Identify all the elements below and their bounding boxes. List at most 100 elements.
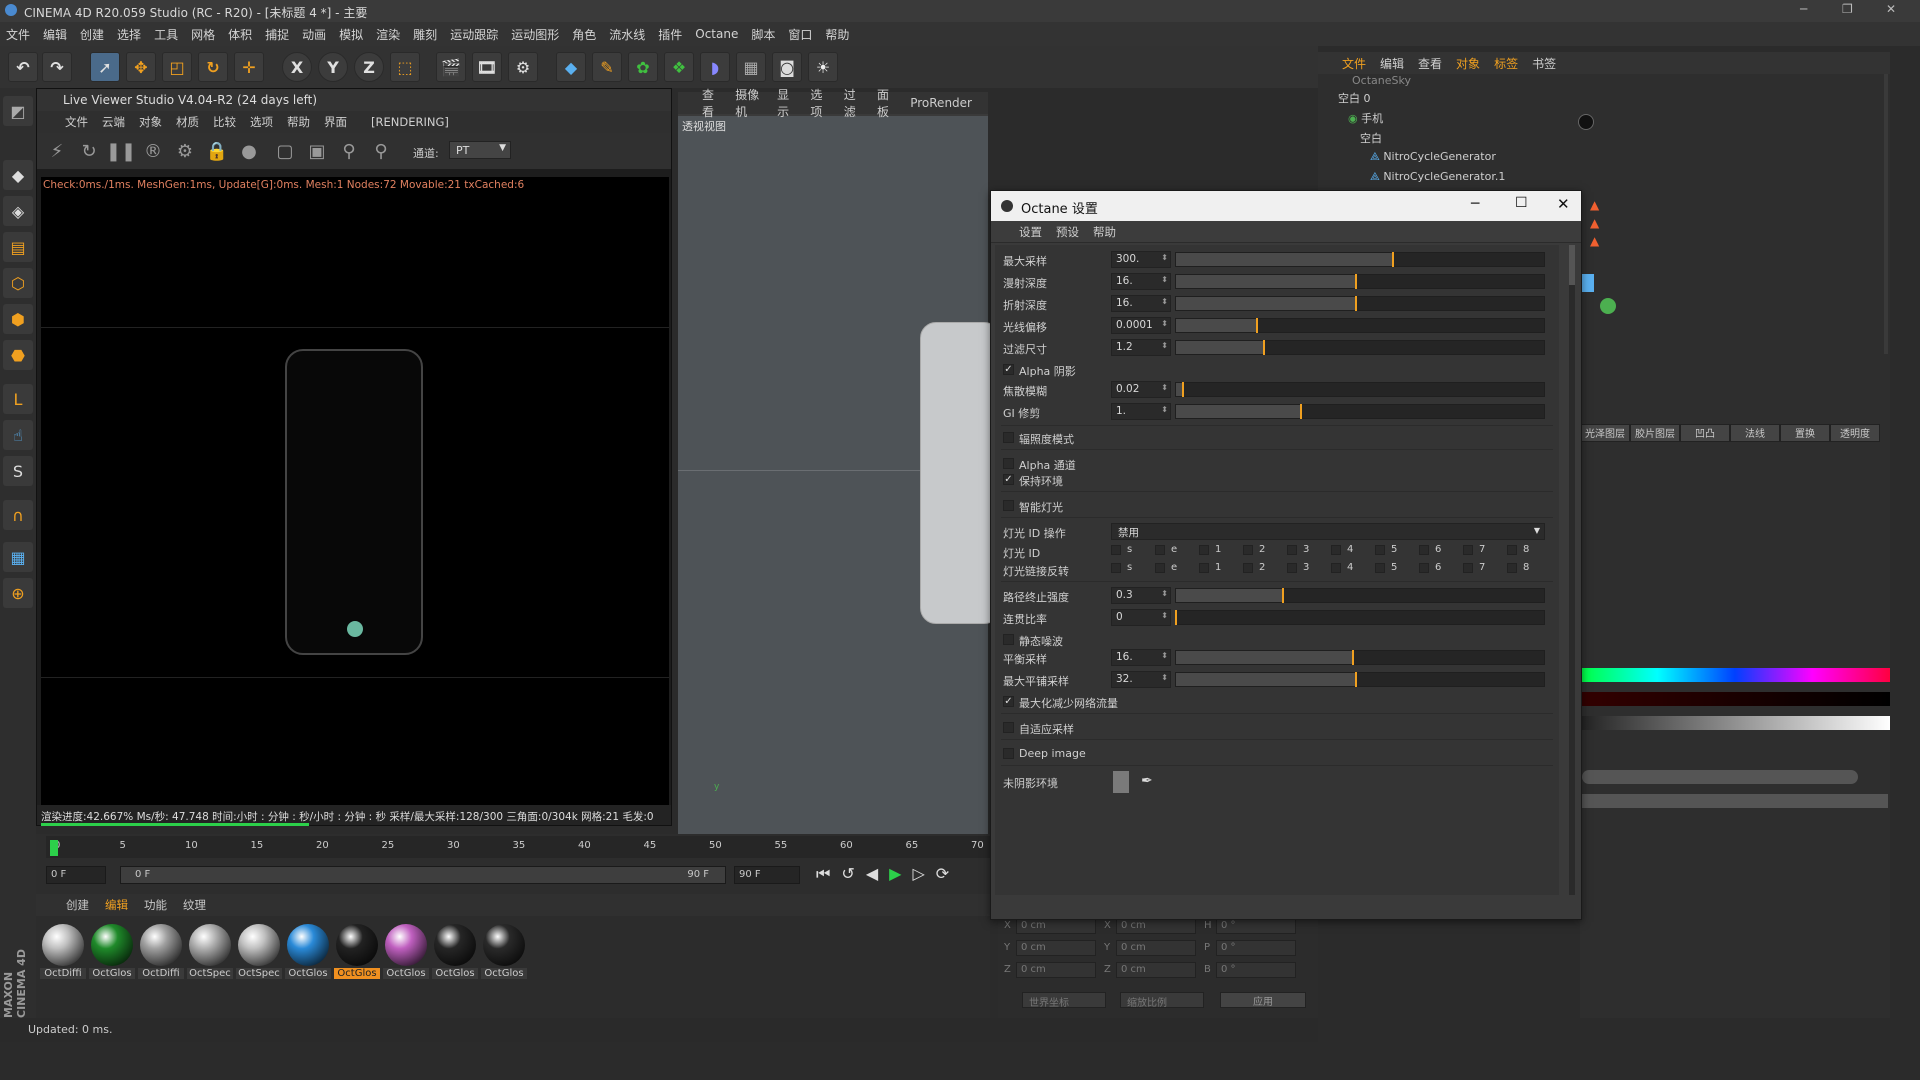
dialog-minimize-icon[interactable]: ─ <box>1471 196 1479 212</box>
coordinate-system-icon[interactable]: ⬚ <box>390 52 420 82</box>
pen-icon[interactable]: ✎ <box>592 52 622 82</box>
menu-mesh[interactable]: 网格 <box>191 26 215 43</box>
light-id-checkbox[interactable]: e <box>1155 544 1199 555</box>
menu-animate[interactable]: 动画 <box>302 26 326 43</box>
dlg-menu-settings[interactable]: 设置 <box>1019 224 1042 240</box>
max-samples-slider[interactable] <box>1175 252 1545 267</box>
coherent-ratio-input[interactable]: 0 ⬍ <box>1111 609 1171 626</box>
mat-tab-texture[interactable]: 纹理 <box>183 897 206 913</box>
workplane-icon[interactable]: ▤ <box>3 232 33 262</box>
keep-environment-checkbox[interactable]: ✓ <box>1003 474 1014 485</box>
deep-image-checkbox[interactable] <box>1003 748 1014 759</box>
points-mode-icon[interactable]: ⬡ <box>3 268 33 298</box>
light-id-checkbox[interactable]: e <box>1155 562 1199 573</box>
menu-pipeline[interactable]: 流水线 <box>609 26 645 43</box>
lv-menu-cloud[interactable]: 云端 <box>102 114 125 130</box>
menu-simulate[interactable]: 模拟 <box>339 26 363 43</box>
max-samples-input[interactable]: 300. ⬍ <box>1111 251 1171 268</box>
tweak-mode-icon[interactable]: ☝ <box>3 420 33 450</box>
filter-size-slider[interactable] <box>1175 340 1545 355</box>
lock-icon[interactable]: 🔒 <box>205 139 229 163</box>
light-id-checkbox[interactable]: 6 <box>1419 544 1463 555</box>
transform-tool-icon[interactable]: ✛ <box>234 52 264 82</box>
menu-window[interactable]: 窗口 <box>788 26 812 43</box>
menu-mograph[interactable]: 运动图形 <box>511 26 559 43</box>
light-id-checkbox[interactable]: 2 <box>1243 562 1287 573</box>
redo-icon[interactable]: ↷ <box>42 52 72 82</box>
attr-tab-sheen[interactable]: 光泽图层 <box>1580 424 1630 442</box>
subdivision-icon[interactable]: ✿ <box>628 52 658 82</box>
goto-start-icon[interactable]: ⏮ <box>816 864 841 883</box>
menu-render[interactable]: 渲染 <box>376 26 400 43</box>
caustic-blur-slider[interactable] <box>1175 382 1545 397</box>
attr-tab-bump[interactable]: 凹凸 <box>1680 424 1730 442</box>
vp-menu-prorender[interactable]: ProRender <box>910 96 972 110</box>
lock-workplane-icon[interactable]: ⊕ <box>3 578 33 608</box>
vp-menu-view[interactable]: 查看 <box>702 86 719 120</box>
range-slider[interactable]: 0 F 90 F <box>120 866 726 884</box>
light-id-checkbox[interactable]: s <box>1111 544 1155 555</box>
om-menu-objects[interactable]: 对象 <box>1456 55 1480 72</box>
pick-material-icon[interactable]: ⚲ <box>337 139 361 163</box>
object-row[interactable]: ⟁ NitroCycleGenerator.1 <box>1318 170 1890 190</box>
diffuse-depth-slider[interactable] <box>1175 274 1545 289</box>
send-scene-icon[interactable]: ⚡ <box>45 139 69 163</box>
next-frame-icon[interactable]: ▷ <box>912 864 935 883</box>
diffuse-depth-input[interactable]: 16. ⬍ <box>1111 273 1171 290</box>
lv-menu-compare[interactable]: 比较 <box>213 114 236 130</box>
max-tile-samples-input[interactable]: 32. ⬍ <box>1111 671 1171 688</box>
lv-menu-file[interactable]: 文件 <box>65 114 88 130</box>
material-item[interactable]: OctGlos <box>481 924 527 986</box>
playhead[interactable] <box>50 840 58 856</box>
render-settings-icon[interactable]: ⚙ <box>508 52 538 82</box>
lv-menu-gui[interactable]: 界面 <box>324 114 347 130</box>
solo-icon[interactable]: S <box>3 456 33 486</box>
object-row[interactable]: ⟁ NitroCycleGenerator <box>1318 150 1890 170</box>
material-item[interactable]: OctGlos <box>285 924 331 986</box>
lv-menu-materials[interactable]: 材质 <box>176 114 199 130</box>
coordinate-field[interactable]: 0 ° <box>1216 940 1296 956</box>
model-mode-icon[interactable]: ◆ <box>3 160 33 190</box>
light-id-action-select[interactable]: 禁用 ▼ <box>1111 523 1545 540</box>
apply-button[interactable]: 应用 <box>1220 992 1306 1008</box>
om-menu-edit[interactable]: 编辑 <box>1380 55 1404 72</box>
scale-mode-select[interactable]: 缩放比例 <box>1120 992 1204 1009</box>
light-id-checkbox[interactable]: 8 <box>1507 544 1551 555</box>
mat-tab-edit[interactable]: 编辑 <box>105 897 128 913</box>
mix-slider[interactable] <box>1582 794 1888 808</box>
render-view[interactable] <box>41 177 669 805</box>
timeline-ruler[interactable]: 0510152025303540455055606570 <box>46 836 990 858</box>
material-item[interactable]: OctDiffi <box>138 924 184 986</box>
ray-epsilon-slider[interactable] <box>1175 318 1545 333</box>
undo-icon[interactable]: ↶ <box>8 52 38 82</box>
array-icon[interactable]: ❖ <box>664 52 694 82</box>
light-id-checkbox[interactable]: 3 <box>1287 544 1331 555</box>
saturation-slider[interactable] <box>1580 692 1890 706</box>
polygons-mode-icon[interactable]: ⬣ <box>3 340 33 370</box>
start-frame-field[interactable]: 0 F <box>46 866 106 884</box>
light-id-checkbox[interactable]: 7 <box>1463 562 1507 573</box>
viewport-canvas[interactable]: y <box>678 116 1000 834</box>
light-id-checkbox[interactable]: 5 <box>1375 562 1419 573</box>
material-tag-icon[interactable] <box>1578 114 1594 130</box>
edges-mode-icon[interactable]: ⬢ <box>3 304 33 334</box>
coordinate-field[interactable]: 0 cm <box>1116 918 1196 934</box>
max-tile-samples-slider[interactable] <box>1175 672 1545 687</box>
menu-snap[interactable]: 捕捉 <box>265 26 289 43</box>
texture-mode-icon[interactable]: ◈ <box>3 196 33 226</box>
vp-menu-camera[interactable]: 摄像机 <box>735 86 761 120</box>
material-item[interactable]: OctSpec <box>236 924 282 986</box>
coordinate-field[interactable]: 0 ° <box>1216 962 1296 978</box>
restart-render-icon[interactable]: ↻ <box>77 139 101 163</box>
light-id-checkbox[interactable]: 1 <box>1199 544 1243 555</box>
render-view-icon[interactable]: 🎬 <box>436 52 466 82</box>
dialog-maximize-icon[interactable]: ☐ <box>1515 195 1528 211</box>
static-noise-checkbox[interactable] <box>1003 634 1014 645</box>
coordinate-field[interactable]: 0 ° <box>1216 918 1296 934</box>
channel-select[interactable]: PT ▼ <box>449 141 511 159</box>
alpha-channel-checkbox[interactable] <box>1003 458 1014 469</box>
menu-help[interactable]: 帮助 <box>825 26 849 43</box>
material-tag-icon[interactable] <box>1600 298 1616 314</box>
light-id-checkbox[interactable]: 6 <box>1419 562 1463 573</box>
filter-size-input[interactable]: 1.2 ⬍ <box>1111 339 1171 356</box>
